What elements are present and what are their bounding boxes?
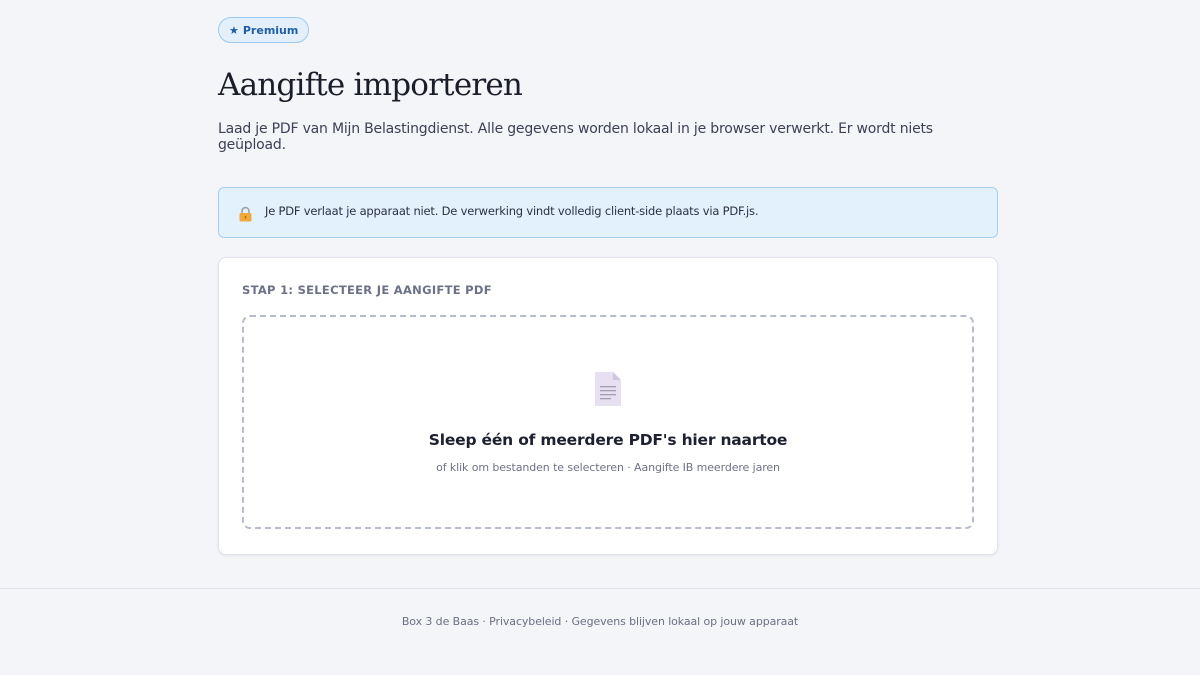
footer-text: Box 3 de Baas · Privacybeleid · Gegevens… bbox=[401, 615, 799, 628]
privacy-notice-text: Je PDF verlaat je apparaat niet. De verw… bbox=[265, 203, 759, 218]
premium-badge: ★ Premium bbox=[218, 17, 310, 43]
lock-icon bbox=[239, 206, 252, 221]
step-label: STAP 1: SELECTEER JE AANGIFTE PDF bbox=[242, 283, 492, 297]
dropzone-title: Sleep één of meerdere PDF's hier naartoe bbox=[428, 431, 788, 449]
star-icon: ★ bbox=[229, 23, 239, 37]
main-content: ★ Premium Aangifte importeren Laad je PD… bbox=[218, 17, 998, 555]
upload-card: STAP 1: SELECTEER JE AANGIFTE PDF Sleep … bbox=[218, 257, 998, 555]
page: ★ Premium Aangifte importeren Laad je PD… bbox=[0, 0, 1200, 675]
pdf-dropzone[interactable]: Sleep één of meerdere PDF's hier naartoe… bbox=[242, 315, 974, 529]
privacy-notice: Je PDF verlaat je apparaat niet. De verw… bbox=[218, 187, 998, 238]
page-title: Aangifte importeren bbox=[218, 67, 523, 103]
premium-badge-label: Premium bbox=[242, 23, 299, 37]
footer: Box 3 de Baas · Privacybeleid · Gegevens… bbox=[0, 588, 1200, 675]
page-subtitle: Laad je PDF van Mijn Belastingdienst. Al… bbox=[218, 121, 933, 153]
dropzone-hint: of klik om bestanden te selecteren · Aan… bbox=[436, 461, 780, 474]
file-icon bbox=[595, 372, 621, 406]
